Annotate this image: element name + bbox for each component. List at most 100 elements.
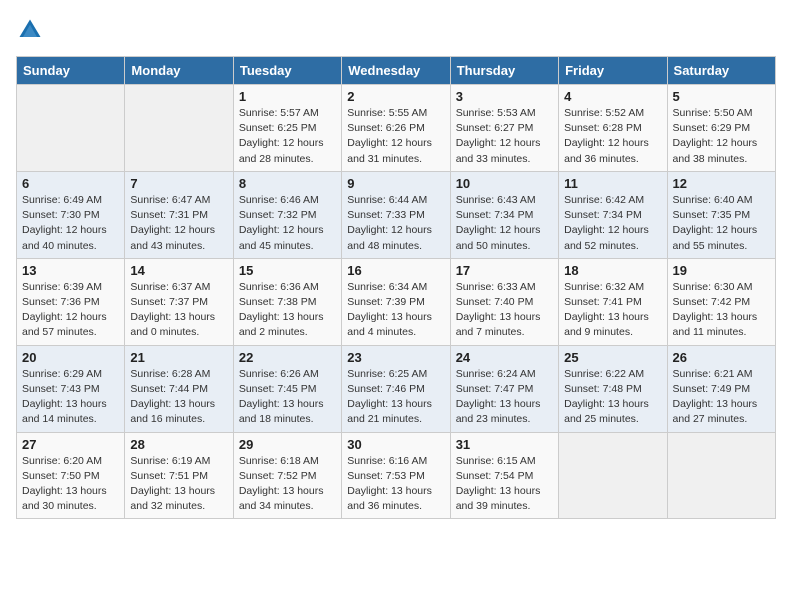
day-number: 30 xyxy=(347,437,444,452)
calendar-week-row: 13 Sunrise: 6:39 AM Sunset: 7:36 PM Dayli… xyxy=(17,258,776,345)
day-info: Sunrise: 6:24 AM Sunset: 7:47 PM Dayligh… xyxy=(456,367,553,428)
day-number: 29 xyxy=(239,437,336,452)
calendar-cell: 9 Sunrise: 6:44 AM Sunset: 7:33 PM Daylig… xyxy=(342,171,450,258)
day-info: Sunrise: 6:15 AM Sunset: 7:54 PM Dayligh… xyxy=(456,454,553,515)
day-info: Sunrise: 6:37 AM Sunset: 7:37 PM Dayligh… xyxy=(130,280,227,341)
calendar-cell xyxy=(125,85,233,172)
day-info: Sunrise: 5:55 AM Sunset: 6:26 PM Dayligh… xyxy=(347,106,444,167)
calendar-cell: 1Sunrise: 5:57 AM Sunset: 6:25 PM Daylig… xyxy=(233,85,341,172)
calendar-cell: 14 Sunrise: 6:37 AM Sunset: 7:37 PM Dayli… xyxy=(125,258,233,345)
calendar-cell: 23Sunrise: 6:25 AM Sunset: 7:46 PM Dayli… xyxy=(342,345,450,432)
calendar-cell: 13 Sunrise: 6:39 AM Sunset: 7:36 PM Dayli… xyxy=(17,258,125,345)
day-info: Sunrise: 6:32 AM Sunset: 7:41 PM Dayligh… xyxy=(564,280,661,341)
calendar-cell: 19 Sunrise: 6:30 AM Sunset: 7:42 PM Dayli… xyxy=(667,258,775,345)
weekday-header: Monday xyxy=(125,57,233,85)
calendar-cell: 29 Sunrise: 6:18 AM Sunset: 7:52 PM Dayli… xyxy=(233,432,341,519)
calendar-week-row: 1Sunrise: 5:57 AM Sunset: 6:25 PM Daylig… xyxy=(17,85,776,172)
calendar-cell: 30 Sunrise: 6:16 AM Sunset: 7:53 PM Dayli… xyxy=(342,432,450,519)
calendar-cell: 26Sunrise: 6:21 AM Sunset: 7:49 PM Dayli… xyxy=(667,345,775,432)
day-number: 19 xyxy=(673,263,770,278)
calendar-cell xyxy=(17,85,125,172)
weekday-header: Saturday xyxy=(667,57,775,85)
day-number: 28 xyxy=(130,437,227,452)
day-number: 13 xyxy=(22,263,119,278)
calendar-cell: 2 Sunrise: 5:55 AM Sunset: 6:26 PM Daylig… xyxy=(342,85,450,172)
day-number: 2 xyxy=(347,89,444,104)
calendar-cell: 20 Sunrise: 6:29 AM Sunset: 7:43 PM Dayli… xyxy=(17,345,125,432)
day-info: Sunrise: 6:47 AM Sunset: 7:31 PM Dayligh… xyxy=(130,193,227,254)
weekday-header: Sunday xyxy=(17,57,125,85)
calendar-week-row: 6Sunrise: 6:49 AM Sunset: 7:30 PM Daylig… xyxy=(17,171,776,258)
day-info: Sunrise: 5:52 AM Sunset: 6:28 PM Dayligh… xyxy=(564,106,661,167)
day-info: Sunrise: 6:19 AM Sunset: 7:51 PM Dayligh… xyxy=(130,454,227,515)
day-number: 20 xyxy=(22,350,119,365)
calendar-cell: 12Sunrise: 6:40 AM Sunset: 7:35 PM Dayli… xyxy=(667,171,775,258)
day-info: Sunrise: 5:50 AM Sunset: 6:29 PM Dayligh… xyxy=(673,106,770,167)
calendar-cell: 8Sunrise: 6:46 AM Sunset: 7:32 PM Daylig… xyxy=(233,171,341,258)
day-number: 22 xyxy=(239,350,336,365)
weekday-header-row: SundayMondayTuesdayWednesdayThursdayFrid… xyxy=(17,57,776,85)
weekday-header: Wednesday xyxy=(342,57,450,85)
calendar-cell xyxy=(667,432,775,519)
logo xyxy=(16,16,50,44)
day-info: Sunrise: 5:57 AM Sunset: 6:25 PM Dayligh… xyxy=(239,106,336,167)
day-number: 9 xyxy=(347,176,444,191)
day-number: 24 xyxy=(456,350,553,365)
day-info: Sunrise: 6:49 AM Sunset: 7:30 PM Dayligh… xyxy=(22,193,119,254)
calendar-cell: 7 Sunrise: 6:47 AM Sunset: 7:31 PM Daylig… xyxy=(125,171,233,258)
calendar-cell: 6Sunrise: 6:49 AM Sunset: 7:30 PM Daylig… xyxy=(17,171,125,258)
day-number: 4 xyxy=(564,89,661,104)
calendar-cell: 3Sunrise: 5:53 AM Sunset: 6:27 PM Daylig… xyxy=(450,85,558,172)
day-number: 14 xyxy=(130,263,227,278)
day-info: Sunrise: 6:39 AM Sunset: 7:36 PM Dayligh… xyxy=(22,280,119,341)
day-number: 18 xyxy=(564,263,661,278)
calendar-cell: 27Sunrise: 6:20 AM Sunset: 7:50 PM Dayli… xyxy=(17,432,125,519)
weekday-header: Thursday xyxy=(450,57,558,85)
calendar-cell: 11 Sunrise: 6:42 AM Sunset: 7:34 PM Dayli… xyxy=(559,171,667,258)
day-info: Sunrise: 6:18 AM Sunset: 7:52 PM Dayligh… xyxy=(239,454,336,515)
day-number: 11 xyxy=(564,176,661,191)
day-number: 21 xyxy=(130,350,227,365)
day-info: Sunrise: 6:25 AM Sunset: 7:46 PM Dayligh… xyxy=(347,367,444,428)
day-info: Sunrise: 6:16 AM Sunset: 7:53 PM Dayligh… xyxy=(347,454,444,515)
day-info: Sunrise: 5:53 AM Sunset: 6:27 PM Dayligh… xyxy=(456,106,553,167)
day-number: 25 xyxy=(564,350,661,365)
page-header xyxy=(16,16,776,44)
day-info: Sunrise: 6:28 AM Sunset: 7:44 PM Dayligh… xyxy=(130,367,227,428)
day-info: Sunrise: 6:29 AM Sunset: 7:43 PM Dayligh… xyxy=(22,367,119,428)
weekday-header: Friday xyxy=(559,57,667,85)
day-info: Sunrise: 6:36 AM Sunset: 7:38 PM Dayligh… xyxy=(239,280,336,341)
day-number: 15 xyxy=(239,263,336,278)
day-number: 5 xyxy=(673,89,770,104)
calendar-cell: 28 Sunrise: 6:19 AM Sunset: 7:51 PM Dayli… xyxy=(125,432,233,519)
calendar-cell: 18 Sunrise: 6:32 AM Sunset: 7:41 PM Dayli… xyxy=(559,258,667,345)
day-number: 26 xyxy=(673,350,770,365)
calendar-cell: 24 Sunrise: 6:24 AM Sunset: 7:47 PM Dayli… xyxy=(450,345,558,432)
day-info: Sunrise: 6:44 AM Sunset: 7:33 PM Dayligh… xyxy=(347,193,444,254)
calendar-cell: 31 Sunrise: 6:15 AM Sunset: 7:54 PM Dayli… xyxy=(450,432,558,519)
calendar-week-row: 27Sunrise: 6:20 AM Sunset: 7:50 PM Dayli… xyxy=(17,432,776,519)
day-number: 12 xyxy=(673,176,770,191)
day-number: 16 xyxy=(347,263,444,278)
day-number: 17 xyxy=(456,263,553,278)
day-info: Sunrise: 6:30 AM Sunset: 7:42 PM Dayligh… xyxy=(673,280,770,341)
day-info: Sunrise: 6:22 AM Sunset: 7:48 PM Dayligh… xyxy=(564,367,661,428)
calendar-week-row: 20 Sunrise: 6:29 AM Sunset: 7:43 PM Dayli… xyxy=(17,345,776,432)
day-number: 10 xyxy=(456,176,553,191)
day-number: 31 xyxy=(456,437,553,452)
calendar-cell xyxy=(559,432,667,519)
calendar-cell: 22 Sunrise: 6:26 AM Sunset: 7:45 PM Dayli… xyxy=(233,345,341,432)
calendar-cell: 25 Sunrise: 6:22 AM Sunset: 7:48 PM Dayli… xyxy=(559,345,667,432)
day-number: 8 xyxy=(239,176,336,191)
logo-icon xyxy=(16,16,44,44)
calendar-cell: 10Sunrise: 6:43 AM Sunset: 7:34 PM Dayli… xyxy=(450,171,558,258)
calendar-cell: 16 Sunrise: 6:34 AM Sunset: 7:39 PM Dayli… xyxy=(342,258,450,345)
calendar-cell: 21 Sunrise: 6:28 AM Sunset: 7:44 PM Dayli… xyxy=(125,345,233,432)
day-info: Sunrise: 6:34 AM Sunset: 7:39 PM Dayligh… xyxy=(347,280,444,341)
day-info: Sunrise: 6:42 AM Sunset: 7:34 PM Dayligh… xyxy=(564,193,661,254)
calendar-cell: 5 Sunrise: 5:50 AM Sunset: 6:29 PM Daylig… xyxy=(667,85,775,172)
day-number: 7 xyxy=(130,176,227,191)
day-number: 27 xyxy=(22,437,119,452)
day-info: Sunrise: 6:26 AM Sunset: 7:45 PM Dayligh… xyxy=(239,367,336,428)
calendar-cell: 17Sunrise: 6:33 AM Sunset: 7:40 PM Dayli… xyxy=(450,258,558,345)
